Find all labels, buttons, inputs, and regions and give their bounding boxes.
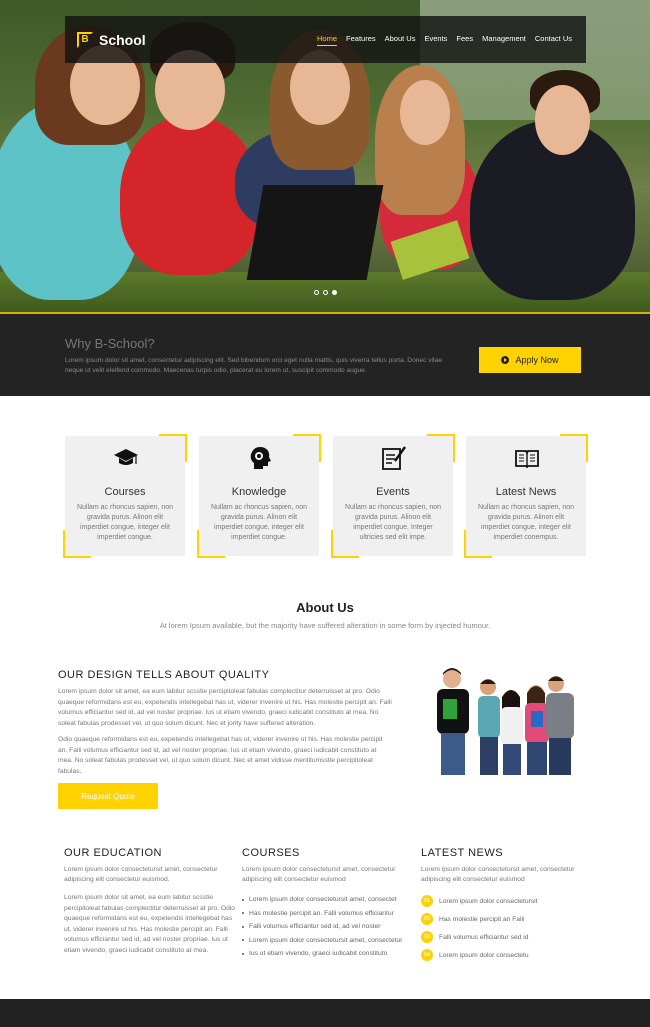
- feature-title: Courses: [104, 486, 146, 498]
- quality-title: OUR DESIGN TELLS ABOUT QUALITY: [58, 669, 270, 681]
- nav-about-us[interactable]: About Us: [385, 34, 416, 46]
- nav-home[interactable]: Home: [317, 34, 338, 46]
- course-item[interactable]: Has molestie percipit an. Falli volumus …: [242, 907, 417, 921]
- about-title: About Us: [296, 600, 354, 615]
- slider-dot-1[interactable]: [314, 290, 319, 295]
- news-item-label: Has molestie percipit an Falli: [439, 915, 525, 923]
- play-circle-icon: [501, 356, 510, 364]
- footer: [0, 999, 650, 1027]
- news-lead: Lorem ipsum dolor consectetursit amet, c…: [421, 866, 575, 883]
- bullet-icon: [242, 952, 244, 955]
- slider-dot-3[interactable]: [332, 290, 337, 295]
- feature-text: Nullam ac rhoncus sapien, non gravida pu…: [344, 504, 442, 541]
- course-item[interactable]: Lorem ipsum dolor consectetursit amet, c…: [242, 934, 417, 948]
- bullet-icon: [242, 939, 244, 942]
- nav-management[interactable]: Management: [482, 34, 526, 46]
- feature-card-courses[interactable]: Courses Nullam ac rhoncus sapien, non gr…: [63, 434, 187, 558]
- education-lead: Lorem ipsum dolor consectetursit amet, c…: [64, 866, 218, 883]
- course-item-label: Ius ut etiam vivendo, graeci iudicabit c…: [249, 950, 388, 957]
- news-item[interactable]: 04 Lorem ipsum dolor consectetu: [421, 946, 596, 964]
- hero-slider: B School Home Features About Us Events F…: [0, 0, 650, 312]
- hero-photo-laptop: [246, 185, 384, 280]
- card-corner-accent: [293, 434, 321, 462]
- logo-mark-icon: B: [77, 31, 93, 48]
- education-title: OUR EDUCATION: [64, 847, 162, 859]
- news-number-badge: 03: [421, 931, 433, 943]
- about-subtitle: At lorem Ipsum available, but the majori…: [159, 621, 491, 630]
- courses-column: COURSES Lorem ipsum dolor consectetursit…: [242, 847, 417, 961]
- apply-now-label: Apply Now: [515, 355, 559, 365]
- feature-card-events[interactable]: Events Nullam ac rhoncus sapien, non gra…: [331, 434, 455, 558]
- course-item[interactable]: Falli volumus efficiantur sed id, ad vel…: [242, 920, 417, 934]
- why-title: Why B-School?: [65, 336, 155, 351]
- nav-fees[interactable]: Fees: [456, 34, 473, 46]
- course-item-label: Lorem ipsum dolor consectetursit amet, c…: [249, 936, 403, 944]
- nav-events[interactable]: Events: [424, 34, 447, 46]
- main-nav: Home Features About Us Events Fees Manag…: [317, 34, 572, 46]
- course-item[interactable]: Ius ut etiam vivendo, graeci iudicabit c…: [242, 947, 417, 961]
- brain-head-icon: [250, 447, 271, 469]
- graduation-cap-icon: [114, 449, 138, 465]
- quality-paragraph-2: Odio quaeque reformidans est eu, expeten…: [58, 736, 383, 775]
- education-column: OUR EDUCATION Lorem ipsum dolor consecte…: [64, 847, 239, 956]
- news-item[interactable]: 02 Has molestie percipit an Falli: [421, 910, 596, 928]
- nav-features[interactable]: Features: [346, 34, 376, 46]
- news-list: 01 Lorem ipsum dolor consectetursit 02 Has…: [421, 892, 596, 964]
- quality-paragraph-1: Lorem ipsum dolor sit amet, ea eum labit…: [58, 688, 392, 727]
- news-column: LATEST NEWS Lorem ipsum dolor consectetu…: [421, 847, 596, 964]
- feature-title: Latest News: [495, 486, 557, 498]
- card-corner-accent: [560, 434, 588, 462]
- news-number-badge: 02: [421, 913, 433, 925]
- students-group-photo: [437, 668, 574, 775]
- course-item-label: Lorem ipsum dolor consectetursit amet, c…: [249, 896, 397, 903]
- feature-text: Nullam ac rhoncus sapien, non gravida pu…: [477, 504, 575, 541]
- feature-title: Events: [376, 486, 410, 498]
- apply-now-button[interactable]: Apply Now: [479, 347, 581, 373]
- features-section: Courses Nullam ac rhoncus sapien, non gr…: [63, 434, 588, 558]
- hero-photo-face-5: [535, 85, 590, 155]
- checklist-pen-icon: [382, 446, 406, 470]
- course-item[interactable]: Lorem ipsum dolor consectetursit amet, c…: [242, 893, 417, 907]
- slider-dots: [314, 290, 337, 295]
- courses-lead: Lorem ipsum dolor consectetursit amet, c…: [242, 866, 396, 883]
- news-item[interactable]: 01 Lorem ipsum dolor consectetursit: [421, 892, 596, 910]
- logo-text: School: [99, 31, 146, 48]
- bullet-icon: [242, 912, 244, 915]
- request-quote-button[interactable]: Request Quote: [58, 783, 158, 809]
- feature-text: Nullam ac rhoncus sapien, non gravida pu…: [210, 504, 308, 541]
- courses-title: COURSES: [242, 847, 300, 859]
- card-corner-accent: [159, 434, 187, 462]
- slider-dot-2[interactable]: [323, 290, 328, 295]
- why-section: Why B-School? Lorem ipsum dolor sit amet…: [0, 312, 650, 396]
- news-title: LATEST NEWS: [421, 847, 504, 859]
- feature-card-latest-news[interactable]: Latest News Nullam ac rhoncus sapien, no…: [464, 434, 588, 558]
- bullet-icon: [242, 925, 244, 928]
- feature-text: Nullam ac rhoncus sapien, non gravida pu…: [76, 504, 174, 541]
- news-item[interactable]: 03 Falli volumus efficiantur sed id: [421, 928, 596, 946]
- open-book-icon: [515, 450, 539, 469]
- logo[interactable]: B School: [77, 31, 146, 48]
- card-corner-accent: [427, 434, 455, 462]
- top-navbar: B School Home Features About Us Events F…: [65, 16, 586, 63]
- course-item-label: Has molestie percipit an. Falli volumus …: [249, 909, 394, 917]
- feature-title: Knowledge: [231, 486, 287, 498]
- nav-contact-us[interactable]: Contact Us: [535, 34, 572, 46]
- news-number-badge: 01: [421, 895, 433, 907]
- course-item-label: Falli volumus efficiantur sed id, ad vel…: [249, 923, 381, 930]
- feature-card-knowledge[interactable]: Knowledge Nullam ac rhoncus sapien, non …: [197, 434, 321, 558]
- news-item-label: Lorem ipsum dolor consectetursit: [439, 897, 538, 905]
- education-body: Lorem ipsum dolor sit amet, ea eum labit…: [64, 894, 235, 954]
- news-item-label: Falli volumus efficiantur sed id: [439, 933, 529, 941]
- why-text: Lorem ipsum dolor sit amet, consectetur …: [65, 357, 443, 374]
- news-number-badge: 04: [421, 949, 433, 961]
- news-item-label: Lorem ipsum dolor consectetu: [439, 951, 529, 959]
- bullet-icon: [242, 898, 244, 901]
- hero-photo-face-4: [400, 80, 450, 145]
- courses-list: Lorem ipsum dolor consectetursit amet, c…: [242, 893, 417, 961]
